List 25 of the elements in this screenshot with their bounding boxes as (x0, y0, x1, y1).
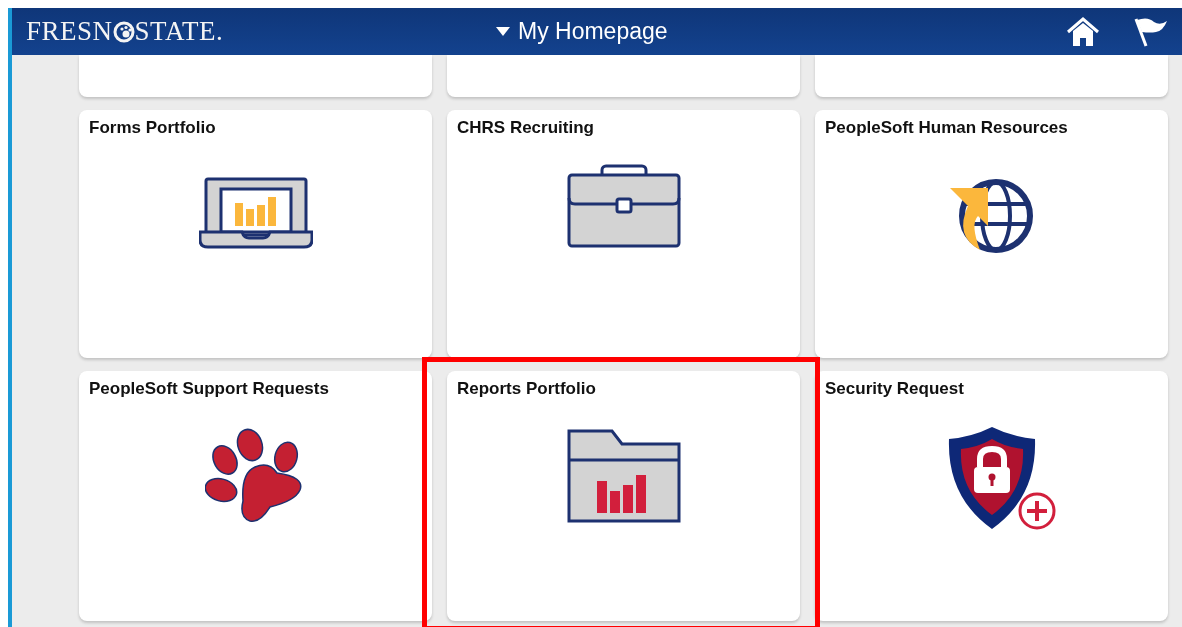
tile-title: CHRS Recruiting (457, 118, 594, 138)
folder-chart-icon (566, 429, 681, 523)
tile[interactable] (815, 55, 1168, 97)
tile-title: Security Request (825, 379, 964, 399)
flag-icon[interactable] (1134, 16, 1168, 47)
tile-title: Reports Portfolio (457, 379, 596, 399)
tile[interactable]: CHRS Recruiting (447, 110, 800, 358)
logo-text: STATE. (134, 16, 224, 47)
logo-text: FRESN (26, 16, 113, 47)
tile[interactable]: PeopleSoft Human Resources (815, 110, 1168, 358)
caret-icon (496, 27, 510, 36)
tile[interactable]: PeopleSoft Support Requests (79, 371, 432, 621)
tile-title: PeopleSoft Support Requests (89, 379, 329, 399)
tile[interactable] (79, 55, 432, 97)
tile[interactable] (447, 55, 800, 97)
homepage-menu[interactable]: My Homepage (496, 18, 668, 45)
shield-lock-icon (946, 425, 1057, 531)
laptop-chart-icon (198, 176, 313, 250)
tile-title: PeopleSoft Human Resources (825, 118, 1068, 138)
briefcase-icon (566, 164, 681, 248)
paw-logo-icon (112, 20, 135, 43)
tile-title: Forms Portfolio (89, 118, 216, 138)
tile[interactable]: Forms Portfolio (79, 110, 432, 358)
tile[interactable]: Reports Portfolio (447, 371, 800, 621)
home-icon[interactable] (1066, 16, 1100, 47)
